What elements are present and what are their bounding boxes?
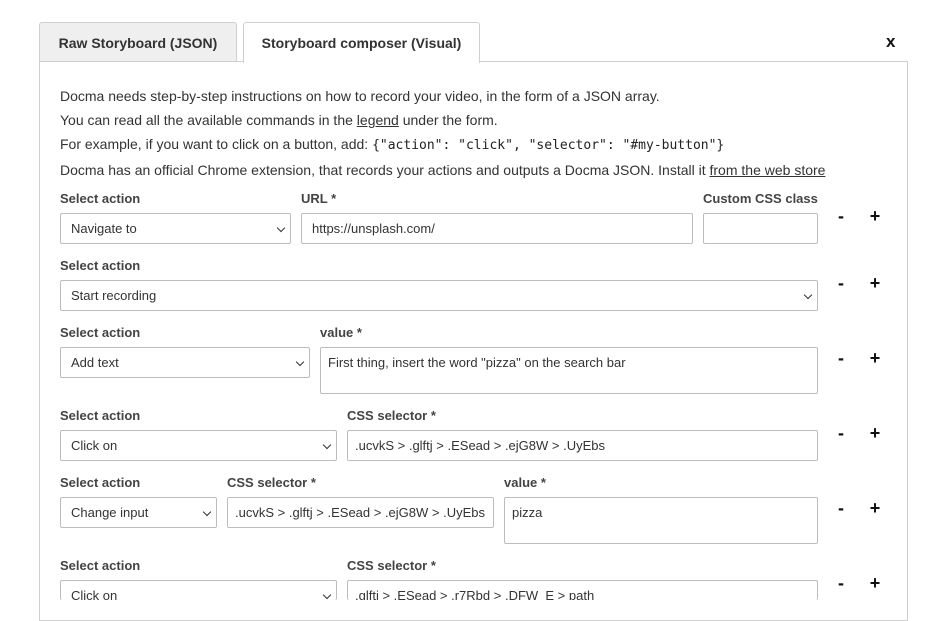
remove-step-button[interactable]: -: [834, 349, 848, 367]
select-action-label: Select action: [60, 475, 141, 490]
action-select[interactable]: Click on: [60, 430, 337, 461]
chevron-down-icon: [202, 507, 212, 516]
value-label: value *: [320, 325, 362, 340]
action-select-value: Add text: [71, 355, 119, 370]
value-label: value *: [504, 475, 546, 490]
intro-line-2-text: You can read all the available commands …: [60, 112, 357, 128]
custom-css-class-label: Custom CSS class: [703, 191, 818, 206]
add-step-button[interactable]: +: [868, 424, 882, 442]
add-step-button[interactable]: +: [868, 499, 882, 517]
tab-raw-storyboard[interactable]: Raw Storyboard (JSON): [39, 22, 237, 62]
intro-line-3: For example, if you want to click on a b…: [60, 132, 825, 158]
remove-step-button[interactable]: -: [834, 424, 848, 442]
chevron-down-icon: [322, 440, 332, 449]
value-textarea[interactable]: First thing, insert the word "pizza" on …: [320, 347, 818, 394]
legend-link[interactable]: legend: [357, 112, 399, 128]
css-selector-label: CSS selector *: [227, 475, 316, 490]
chevron-down-icon: [322, 590, 332, 600]
chevron-down-icon: [295, 357, 305, 366]
css-selector-label: CSS selector *: [347, 558, 436, 573]
remove-step-button[interactable]: -: [834, 499, 848, 517]
action-select[interactable]: Navigate to: [60, 213, 291, 244]
chevron-down-icon: [803, 290, 813, 299]
action-select-value: Start recording: [71, 288, 157, 303]
remove-step-button[interactable]: -: [834, 207, 848, 225]
add-step-button[interactable]: +: [868, 574, 882, 592]
intro-line-1: Docma needs step-by-step instructions on…: [60, 88, 660, 104]
css-selector-input[interactable]: .ucvkS > .glftj > .ESead > .ejG8W > .UyE…: [227, 497, 494, 528]
add-step-button[interactable]: +: [868, 349, 882, 367]
action-select[interactable]: Change input: [60, 497, 217, 528]
action-select-value: Change input: [71, 505, 149, 520]
action-select-value: Click on: [71, 438, 118, 453]
action-select[interactable]: Start recording: [60, 280, 818, 311]
intro-line-4-text: Docma has an official Chrome extension, …: [60, 162, 710, 178]
add-step-button[interactable]: +: [868, 207, 882, 225]
tab-storyboard-composer[interactable]: Storyboard composer (Visual): [243, 22, 480, 63]
select-action-label: Select action: [60, 408, 141, 423]
intro-line-3-text: For example, if you want to click on a b…: [60, 136, 373, 152]
remove-step-button[interactable]: -: [834, 274, 848, 292]
action-select[interactable]: Click on: [60, 580, 337, 600]
intro-text: Docma needs step-by-step instructions on…: [60, 84, 825, 182]
chevron-down-icon: [276, 223, 286, 232]
url-label: URL *: [301, 191, 337, 206]
select-action-label: Select action: [60, 191, 141, 206]
add-step-button[interactable]: +: [868, 274, 882, 292]
url-input[interactable]: https://unsplash.com/: [301, 213, 693, 244]
intro-line-2: You can read all the available commands …: [60, 108, 825, 132]
intro-line-4: Docma has an official Chrome extension, …: [60, 158, 825, 182]
select-action-label: Select action: [60, 258, 141, 273]
css-selector-label: CSS selector *: [347, 408, 436, 423]
example-code: {"action": "click", "selector": "#my-but…: [372, 138, 725, 153]
select-action-label: Select action: [60, 325, 141, 340]
remove-step-button[interactable]: -: [834, 574, 848, 592]
action-select-value: Click on: [71, 588, 118, 600]
value-textarea[interactable]: pizza: [504, 497, 818, 544]
css-selector-input[interactable]: .ucvkS > .glftj > .ESead > .ejG8W > .UyE…: [347, 430, 818, 461]
select-action-label: Select action: [60, 558, 141, 573]
close-icon[interactable]: x: [886, 32, 895, 52]
action-select-value: Navigate to: [71, 221, 137, 236]
custom-css-class-input[interactable]: [703, 213, 818, 244]
web-store-link[interactable]: from the web store: [710, 162, 826, 178]
action-select[interactable]: Add text: [60, 347, 310, 378]
intro-line-2-tail: under the form.: [398, 112, 498, 128]
css-selector-input[interactable]: .glftj > .ESead > .r7Rbd > .DFW_E > path: [347, 580, 818, 600]
